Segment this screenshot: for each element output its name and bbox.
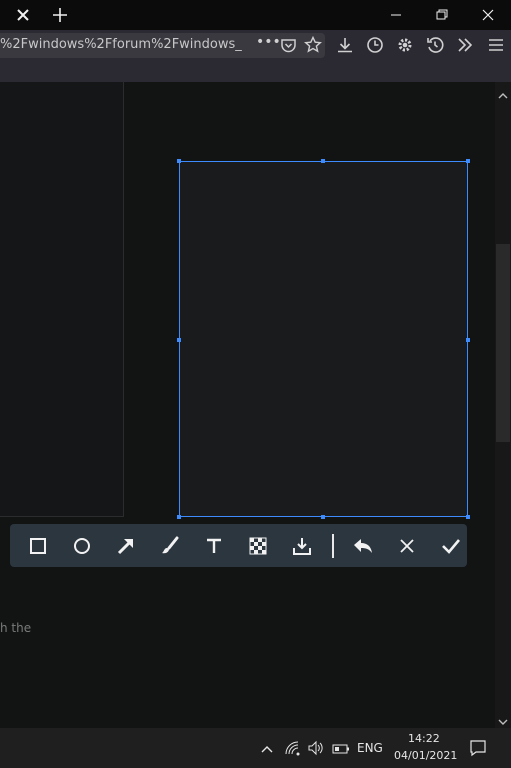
language-indicator[interactable]: ENG xyxy=(357,741,383,755)
toolbar-separator xyxy=(332,534,334,558)
rectangle-icon[interactable] xyxy=(26,534,50,558)
restore-session-icon[interactable] xyxy=(426,36,444,58)
resize-handle-left[interactable] xyxy=(177,338,181,342)
annotation-toolbar xyxy=(10,524,467,567)
resize-handle-bottom-right[interactable] xyxy=(466,515,470,519)
confirm-icon[interactable] xyxy=(439,534,463,558)
page-snippet-text: h the xyxy=(0,621,32,635)
resize-handle-right[interactable] xyxy=(466,338,470,342)
resize-handle-bottom-left[interactable] xyxy=(177,515,181,519)
arrow-icon[interactable] xyxy=(114,534,138,558)
undo-icon[interactable] xyxy=(351,534,375,558)
scrollbar-thumb[interactable] xyxy=(496,244,510,442)
more-actions-icon[interactable]: ••• xyxy=(256,34,281,50)
left-panel xyxy=(0,82,124,517)
resize-handle-bottom[interactable] xyxy=(321,515,325,519)
circle-icon[interactable] xyxy=(70,534,94,558)
volume-icon[interactable] xyxy=(307,740,325,760)
url-bar[interactable]: %2Fwindows%2Fforum%2Fwindows_ ••• xyxy=(0,33,325,58)
history-clock-icon[interactable] xyxy=(366,36,384,58)
text-icon[interactable] xyxy=(202,534,226,558)
overflow-chevron-icon[interactable] xyxy=(456,36,474,58)
settings-gear-icon[interactable] xyxy=(396,36,414,58)
brush-icon[interactable] xyxy=(158,534,182,558)
cancel-icon[interactable] xyxy=(395,534,419,558)
download-icon[interactable] xyxy=(290,534,314,558)
tab-bar xyxy=(0,0,511,30)
bookmark-star-icon[interactable] xyxy=(304,35,322,58)
battery-icon[interactable] xyxy=(332,741,350,760)
menu-hamburger-icon[interactable] xyxy=(487,36,505,58)
network-icon[interactable] xyxy=(284,740,302,760)
url-text[interactable]: %2Fwindows%2Fforum%2Fwindows_ xyxy=(0,37,250,52)
resize-handle-top[interactable] xyxy=(321,159,325,163)
close-tab-icon[interactable] xyxy=(14,6,32,24)
show-hidden-icons-icon[interactable] xyxy=(260,741,274,760)
restore-icon[interactable] xyxy=(431,5,451,25)
mosaic-icon[interactable] xyxy=(246,534,270,558)
clock-date[interactable]: 04/01/2021 xyxy=(394,749,457,762)
downloads-icon[interactable] xyxy=(336,36,354,58)
taskbar: ENG 14:22 04/01/2021 xyxy=(0,728,511,768)
minimize-icon[interactable] xyxy=(386,5,406,25)
notification-center-icon[interactable] xyxy=(469,739,487,761)
close-window-icon[interactable] xyxy=(478,5,498,25)
clock-time[interactable]: 14:22 xyxy=(408,732,440,745)
new-tab-icon[interactable] xyxy=(50,5,70,25)
resize-handle-top-left[interactable] xyxy=(177,159,181,163)
resize-handle-top-right[interactable] xyxy=(466,159,470,163)
scroll-up-icon[interactable] xyxy=(498,86,508,105)
screenshot-selection-area[interactable] xyxy=(179,161,468,517)
pocket-icon[interactable] xyxy=(280,37,297,58)
